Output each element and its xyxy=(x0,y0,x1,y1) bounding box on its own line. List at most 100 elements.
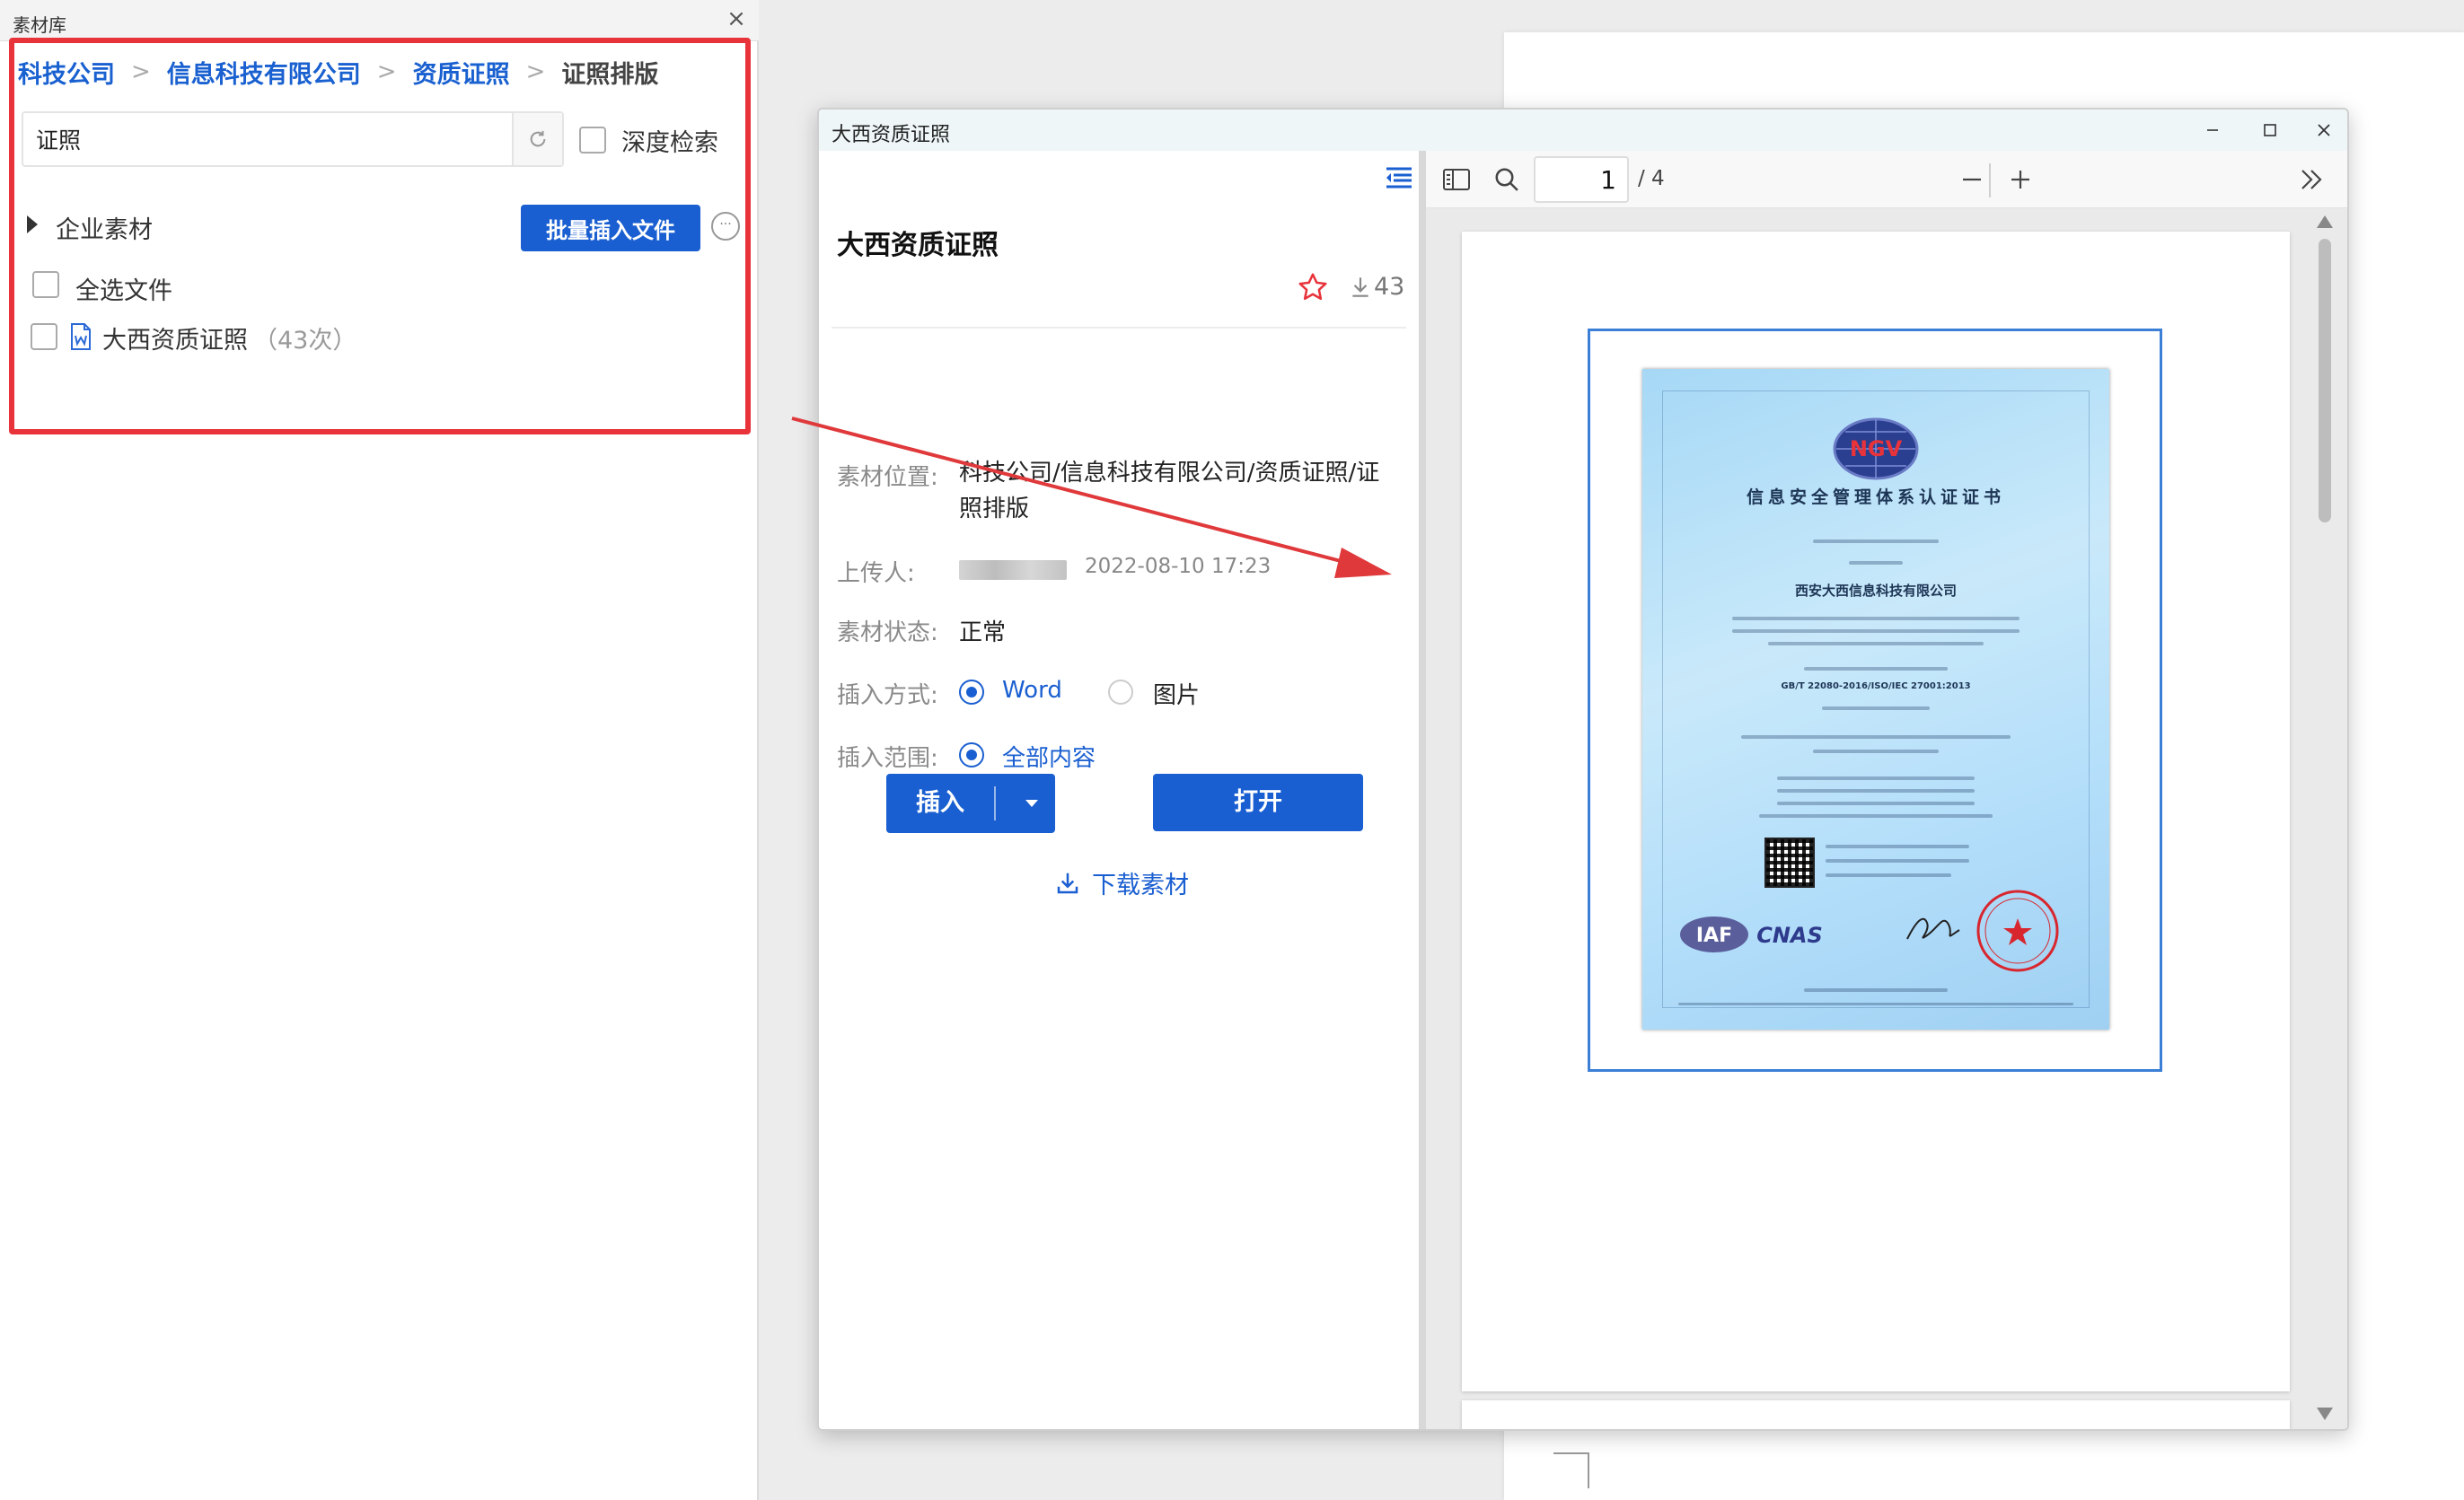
iaf-badge-text: IAF xyxy=(1696,925,1732,947)
material-info-pane: 大西资质证照 43 素材位置: 科技公司/信息科技有限公司/资质证照/证照排版 … xyxy=(819,151,1419,1429)
dialog-titlebar: 大西资质证照 xyxy=(819,110,2347,151)
status-label: 素材状态: xyxy=(837,619,938,646)
insert-range-all-radio[interactable] xyxy=(959,742,984,768)
zoom-in-button[interactable] xyxy=(2002,162,2038,197)
search-input[interactable] xyxy=(36,113,503,165)
dialog-title: 大西资质证照 xyxy=(832,124,951,146)
certificate-text-line xyxy=(1732,629,2020,633)
refresh-button[interactable] xyxy=(512,113,562,165)
certificate-text-line xyxy=(1777,776,1975,780)
more-tools-button[interactable] xyxy=(2293,162,2329,197)
collapse-panel-icon[interactable] xyxy=(1383,165,1413,190)
scroll-up-arrow[interactable] xyxy=(2317,215,2333,228)
qr-code xyxy=(1764,838,1815,888)
word-file-icon xyxy=(71,323,91,350)
sidebar-toggle-button[interactable] xyxy=(1439,162,1474,197)
more-icon[interactable]: ··· xyxy=(711,212,740,241)
breadcrumb-item-subsidiary[interactable]: 信息科技有限公司 xyxy=(167,55,361,90)
certificate-text-line xyxy=(1813,539,1939,543)
breadcrumb: 科技公司 > 信息科技有限公司 > 资质证照 > 证照排版 xyxy=(18,52,658,92)
pdf-page: NGV 信息安全管理体系认证证书 西安大西信息科技有限公司 GB/T 22080… xyxy=(1462,232,2290,1391)
tree-node-enterprise-materials[interactable]: 企业素材 xyxy=(56,210,153,245)
search-button[interactable] xyxy=(1489,162,1525,197)
file-usage-count: （43次） xyxy=(253,327,357,355)
split-divider xyxy=(994,786,996,820)
page-total: / 4 xyxy=(1638,167,1665,190)
close-icon[interactable]: × xyxy=(723,5,750,32)
open-button[interactable]: 打开 xyxy=(1153,774,1363,831)
iaf-badge: IAF xyxy=(1680,917,1748,952)
certificate-text-line xyxy=(1826,859,1969,863)
batch-insert-button[interactable]: 批量插入文件 xyxy=(521,205,700,251)
page-corner-mark xyxy=(1553,1452,1589,1488)
scrollbar-thumb[interactable] xyxy=(2319,239,2331,522)
official-seal xyxy=(1976,890,2059,972)
panel-titlebar: 素材库 × xyxy=(0,0,759,41)
divider xyxy=(832,327,1406,329)
deep-search-checkbox[interactable] xyxy=(579,127,606,154)
refresh-icon xyxy=(530,130,546,147)
search-icon xyxy=(1495,168,1518,191)
certificate-text-line xyxy=(1804,988,1948,992)
uploader-label: 上传人: xyxy=(837,560,915,587)
certificate-title: 信息安全管理体系认证证书 xyxy=(1746,487,2005,507)
scroll-down-arrow[interactable] xyxy=(2317,1408,2333,1420)
preview-dialog: 大西资质证照 大西资质证照 43 素材位置: 科技公司/信息科技有限公司/资质证… xyxy=(817,108,2349,1431)
certificate-text-line xyxy=(1826,873,1951,877)
close-button[interactable] xyxy=(2306,113,2342,147)
page-number-input[interactable] xyxy=(1534,156,1629,203)
cnas-badge-text: CNAS xyxy=(1756,923,1823,948)
file-list-item[interactable]: 大西资质证照 （43次） xyxy=(102,320,356,355)
caret-down-icon[interactable] xyxy=(1008,774,1055,833)
certificate-text-line xyxy=(1826,845,1969,848)
star-icon[interactable] xyxy=(1297,271,1329,303)
insert-mode-label: 插入方式: xyxy=(837,682,938,709)
download-count: 43 xyxy=(1349,273,1404,301)
minimize-button[interactable] xyxy=(2195,113,2231,147)
download-material-label[interactable]: 下载素材 xyxy=(1092,865,1189,900)
pane-divider[interactable] xyxy=(1419,151,1426,1429)
cnas-badge: CNAS xyxy=(1756,923,1823,948)
caret-right-icon[interactable] xyxy=(27,215,38,233)
deep-search-label: 深度检索 xyxy=(621,129,718,157)
pdf-viewer: / 4 NGV xyxy=(1426,151,2347,1429)
location-value: 科技公司/信息科技有限公司/资质证照/证照排版 xyxy=(959,460,1380,522)
certificate-image: NGV 信息安全管理体系认证证书 西安大西信息科技有限公司 GB/T 22080… xyxy=(1642,369,2109,1030)
image-frame[interactable]: NGV 信息安全管理体系认证证书 西安大西信息科技有限公司 GB/T 22080… xyxy=(1588,329,2162,1072)
breadcrumb-item-company[interactable]: 科技公司 xyxy=(18,55,115,90)
insert-range-all-label[interactable]: 全部内容 xyxy=(1002,740,1096,773)
certificate-text-line xyxy=(1768,642,1984,645)
certificate-company: 西安大西信息科技有限公司 xyxy=(1794,583,1957,599)
insert-split-button[interactable]: 插入 xyxy=(886,774,1055,833)
breadcrumb-item-current: 证照排版 xyxy=(561,60,659,89)
insert-mode-word-label[interactable]: Word xyxy=(1002,677,1062,704)
signature xyxy=(1906,917,1960,940)
file-checkbox[interactable] xyxy=(31,323,57,350)
select-all-checkbox[interactable] xyxy=(32,271,59,298)
double-chevron-right-icon xyxy=(2301,170,2322,189)
certificate-text-line xyxy=(1822,706,1930,710)
ngv-logo: NGV xyxy=(1833,417,1919,480)
insert-mode-image-radio[interactable] xyxy=(1108,680,1133,705)
breadcrumb-item-category[interactable]: 资质证照 xyxy=(413,55,510,90)
insert-mode-image-label[interactable]: 图片 xyxy=(1153,677,1200,710)
download-material-link[interactable]: 下载素材 xyxy=(1054,865,1189,900)
insert-button-label[interactable]: 插入 xyxy=(886,774,994,833)
download-icon xyxy=(1057,873,1078,893)
certificate-text-line xyxy=(1741,735,2011,739)
uploader-avatar-redacted xyxy=(959,560,1067,580)
file-name: 大西资质证照 xyxy=(102,327,248,355)
search-box xyxy=(22,111,564,167)
minus-icon xyxy=(1963,178,1981,181)
close-icon xyxy=(2318,124,2330,136)
insert-range-label: 插入范围: xyxy=(837,745,938,772)
certificate-text-line xyxy=(1678,1003,2073,1005)
maximize-button[interactable] xyxy=(2252,113,2288,147)
sidebar-toggle-icon xyxy=(1443,169,1470,190)
select-all-label: 全选文件 xyxy=(75,277,172,305)
zoom-out-button[interactable] xyxy=(1954,162,1990,197)
insert-mode-word-radio[interactable] xyxy=(959,680,984,705)
status-value: 正常 xyxy=(959,619,1007,646)
certificate-standard: GB/T 22080-2016/ISO/IEC 27001:2013 xyxy=(1781,681,1971,691)
download-count-value: 43 xyxy=(1374,273,1405,301)
